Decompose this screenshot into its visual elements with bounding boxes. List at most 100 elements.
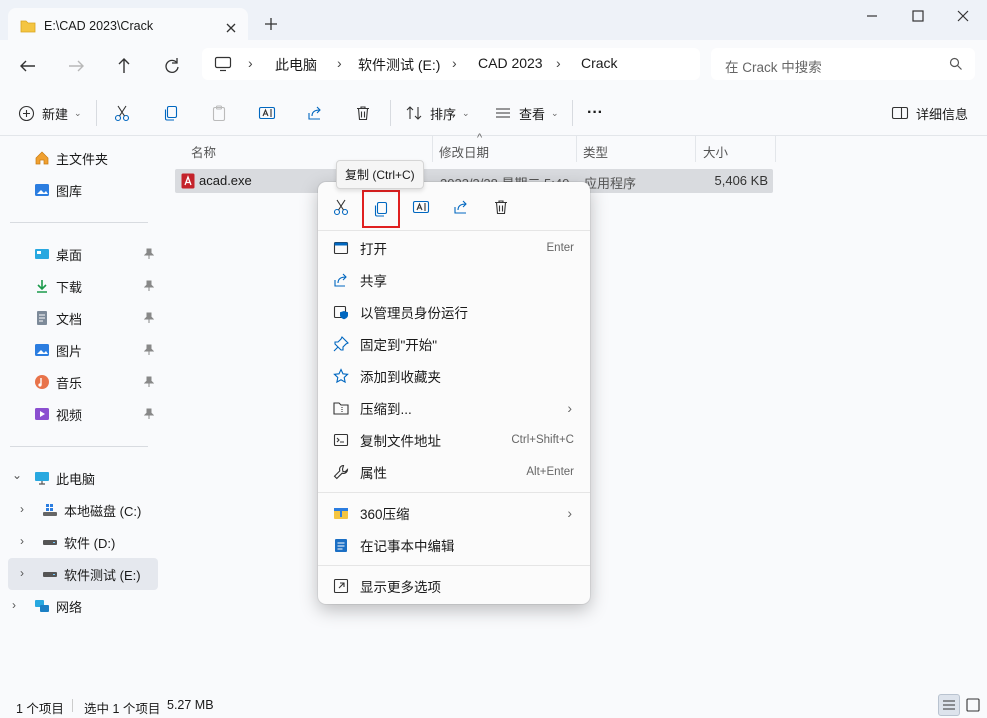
back-button[interactable] bbox=[14, 52, 42, 80]
desktop-icon bbox=[34, 246, 50, 262]
delete-button[interactable] bbox=[483, 190, 519, 224]
status-selected-size: 5.27 MB bbox=[167, 698, 214, 712]
chevron-right-icon[interactable]: › bbox=[20, 534, 24, 548]
pin-icon bbox=[144, 344, 154, 356]
details-view-button[interactable] bbox=[938, 694, 960, 716]
chevron-down-icon[interactable]: ⌄ bbox=[12, 468, 22, 482]
maximize-button[interactable] bbox=[903, 4, 933, 28]
new-tab-button[interactable] bbox=[260, 13, 282, 35]
column-divider[interactable] bbox=[695, 136, 696, 162]
menu-item-open[interactable]: 打开 Enter bbox=[322, 232, 586, 264]
cut-button[interactable] bbox=[113, 99, 131, 127]
sidebar-item-pictures[interactable]: 图片 bbox=[8, 334, 158, 366]
column-divider[interactable] bbox=[576, 136, 577, 162]
column-divider[interactable] bbox=[775, 136, 776, 162]
close-tab-button[interactable] bbox=[220, 17, 242, 39]
breadcrumb-drive-e[interactable]: 软件测试 (E:) bbox=[358, 55, 440, 75]
menu-item-share[interactable]: 共享 bbox=[322, 264, 586, 296]
sidebar-item-label: 桌面 bbox=[56, 247, 83, 263]
breadcrumb-crack[interactable]: Crack bbox=[581, 55, 618, 71]
breadcrumb-cad-2023[interactable]: CAD 2023 bbox=[478, 55, 543, 71]
divider bbox=[390, 100, 391, 126]
share-button[interactable] bbox=[306, 99, 324, 127]
menu-item-run-as-admin[interactable]: 以管理员身份运行 bbox=[322, 296, 586, 328]
drive-icon bbox=[42, 534, 58, 550]
chevron-down-icon: ⌄ bbox=[462, 107, 470, 118]
menu-item-label: 属性 bbox=[360, 466, 387, 481]
menu-item-edit-notepad[interactable]: 在记事本中编辑 bbox=[322, 529, 586, 561]
sidebar-item-videos[interactable]: 视频 bbox=[8, 398, 158, 430]
search-placeholder: 在 Crack 中搜索 bbox=[725, 60, 822, 75]
sidebar-item-this-pc[interactable]: ⌄ 此电脑 bbox=[8, 462, 158, 494]
pin-icon bbox=[144, 248, 154, 260]
sidebar-item-label: 主文件夹 bbox=[56, 151, 109, 167]
new-button[interactable]: 新建 ⌄ bbox=[18, 99, 82, 127]
sidebar-item-documents[interactable]: 文档 bbox=[8, 302, 158, 334]
share-button[interactable] bbox=[443, 190, 479, 224]
menu-item-properties[interactable]: 属性 Alt+Enter bbox=[322, 456, 586, 488]
menu-item-shortcut: Ctrl+Shift+C bbox=[511, 434, 574, 446]
close-window-button[interactable] bbox=[948, 4, 978, 28]
sidebar-item-drive-e[interactable]: › 软件测试 (E:) bbox=[8, 558, 158, 590]
sidebar-item-label: 下载 bbox=[56, 279, 83, 295]
search-icon bbox=[949, 57, 963, 71]
sidebar-item-drive-d[interactable]: › 软件 (D:) bbox=[8, 526, 158, 558]
up-button[interactable] bbox=[110, 52, 138, 80]
breadcrumb-separator: › bbox=[556, 55, 561, 71]
divider bbox=[318, 230, 590, 231]
more-options-button[interactable]: ··· bbox=[587, 99, 603, 127]
sort-button[interactable]: 排序 ⌄ bbox=[405, 99, 470, 127]
rename-button[interactable] bbox=[258, 99, 276, 127]
menu-item-compress-to[interactable]: 压缩到... › bbox=[322, 392, 586, 424]
chevron-right-icon[interactable]: › bbox=[20, 566, 24, 580]
menu-item-show-more-options[interactable]: 显示更多选项 bbox=[322, 570, 586, 602]
paste-button[interactable] bbox=[210, 99, 228, 127]
menu-item-label: 打开 bbox=[360, 242, 387, 257]
view-button[interactable]: 查看 ⌄ bbox=[494, 99, 559, 127]
sidebar-item-gallery[interactable]: 图库 bbox=[8, 174, 158, 206]
tiles-view-button[interactable] bbox=[962, 694, 984, 716]
divider bbox=[10, 222, 148, 223]
chevron-right-icon[interactable]: › bbox=[12, 598, 16, 612]
sidebar-item-desktop[interactable]: 桌面 bbox=[8, 238, 158, 270]
copy-button[interactable] bbox=[363, 192, 399, 226]
divider bbox=[96, 100, 97, 126]
sort-icon bbox=[405, 104, 423, 122]
menu-item-pin-to-start[interactable]: 固定到"开始" bbox=[322, 328, 586, 360]
column-header-modified[interactable]: 修改日期 bbox=[439, 142, 489, 161]
details-label: 详细信息 bbox=[916, 106, 969, 122]
forward-button[interactable] bbox=[62, 52, 90, 80]
sidebar-item-drive-c[interactable]: › 本地磁盘 (C:) bbox=[8, 494, 158, 526]
menu-item-360-compress[interactable]: 360压缩 › bbox=[322, 497, 586, 529]
details-pane-button[interactable]: 详细信息 bbox=[891, 99, 968, 127]
minimize-button[interactable] bbox=[857, 4, 887, 28]
sidebar-item-music[interactable]: 音乐 bbox=[8, 366, 158, 398]
refresh-button[interactable] bbox=[158, 52, 186, 80]
sidebar-item-home[interactable]: 主文件夹 bbox=[8, 142, 158, 174]
rename-icon bbox=[412, 198, 430, 216]
copy-button[interactable] bbox=[162, 99, 180, 127]
breadcrumb-this-pc[interactable]: 此电脑 bbox=[275, 55, 317, 75]
cut-button[interactable] bbox=[323, 190, 359, 224]
sidebar-item-downloads[interactable]: 下载 bbox=[8, 270, 158, 302]
context-menu: 打开 Enter 共享 以管理员身份运行 固定到"开始" 添加到收藏夹 压缩到.… bbox=[318, 182, 590, 604]
status-bar: 1 个项目 选中 1 个项目 5.27 MB bbox=[0, 692, 987, 718]
trash-icon bbox=[354, 104, 372, 122]
video-icon bbox=[34, 406, 50, 422]
copy-path-icon bbox=[332, 432, 350, 448]
sidebar-item-network[interactable]: › 网络 bbox=[8, 590, 158, 622]
delete-button[interactable] bbox=[354, 99, 372, 127]
column-divider[interactable] bbox=[432, 136, 433, 162]
menu-item-add-favorites[interactable]: 添加到收藏夹 bbox=[322, 360, 586, 392]
sidebar-item-label: 软件 (D:) bbox=[64, 535, 116, 551]
column-header-name[interactable]: 名称 bbox=[191, 142, 216, 161]
column-header-size[interactable]: 大小 bbox=[703, 142, 728, 161]
chevron-right-icon[interactable]: › bbox=[20, 502, 24, 516]
address-bar[interactable]: › 此电脑 › 软件测试 (E:) › CAD 2023 › Crack bbox=[202, 48, 700, 80]
computer-icon bbox=[34, 470, 50, 486]
menu-item-copy-path[interactable]: 复制文件地址 Ctrl+Shift+C bbox=[322, 424, 586, 456]
column-header-type[interactable]: 类型 bbox=[583, 142, 608, 161]
rename-button[interactable] bbox=[403, 190, 439, 224]
search-input[interactable]: 在 Crack 中搜索 bbox=[711, 48, 975, 80]
navigation-bar: › 此电脑 › 软件测试 (E:) › CAD 2023 › Crack 在 C… bbox=[0, 40, 987, 90]
